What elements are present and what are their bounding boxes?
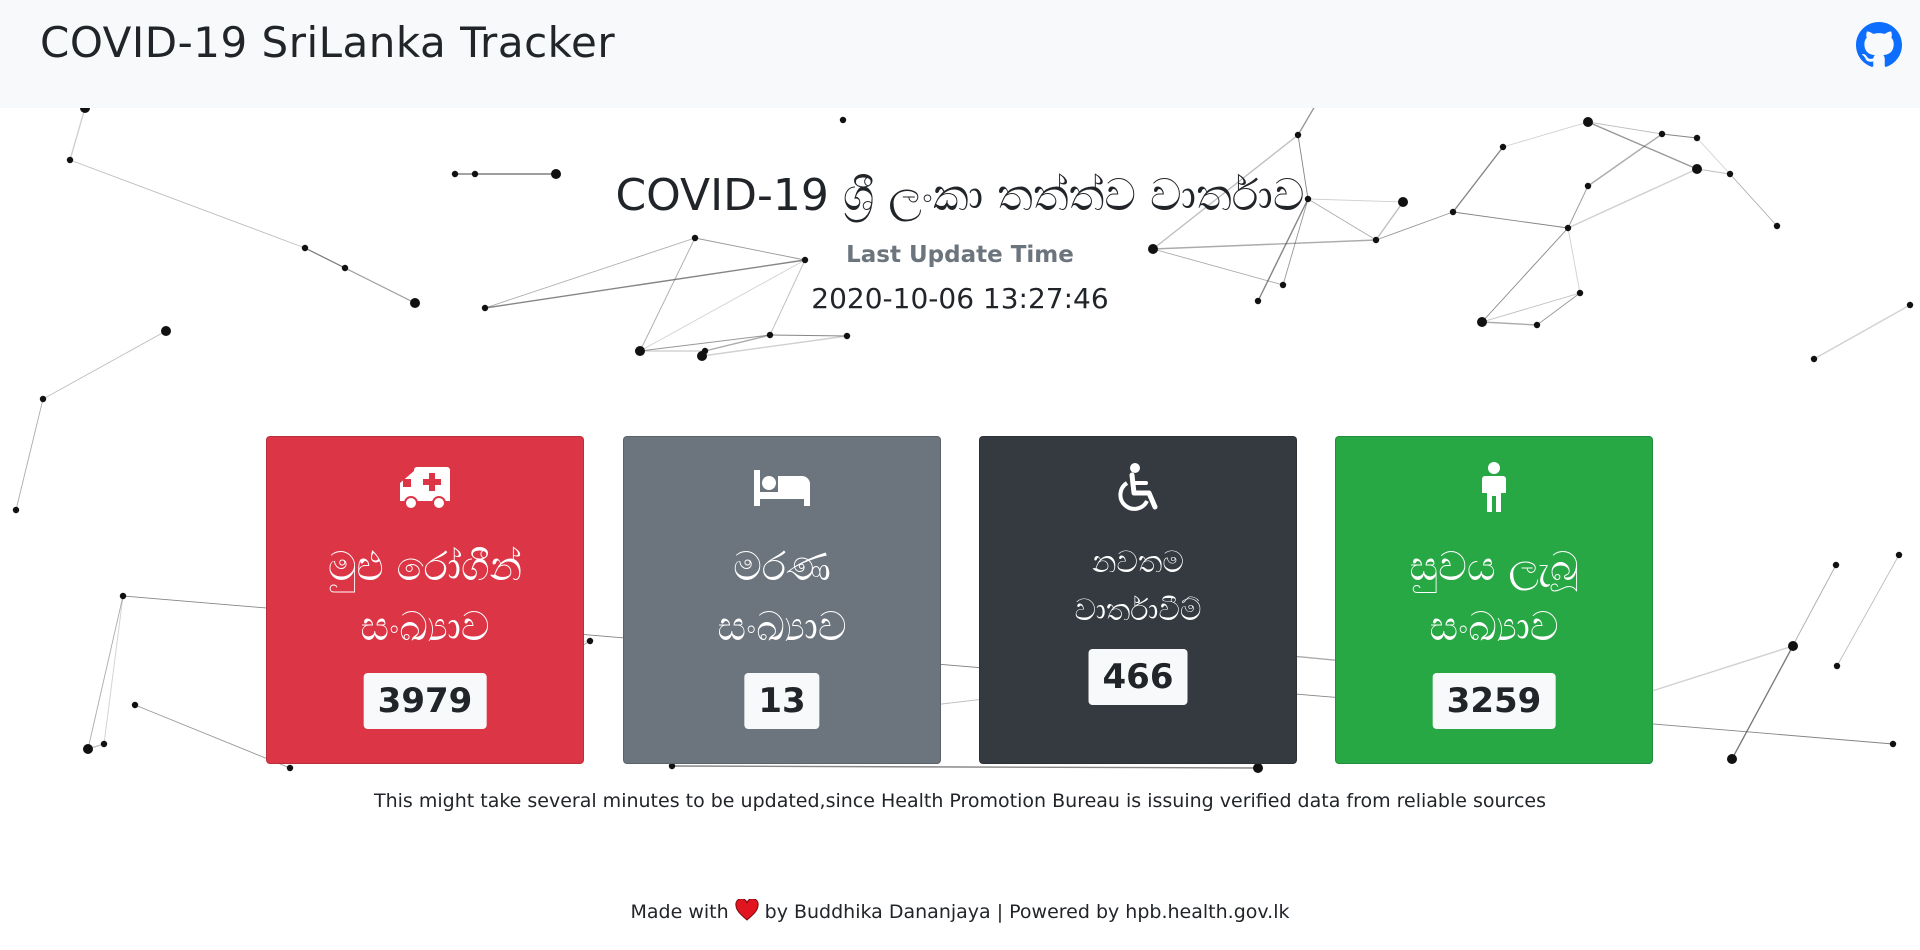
recent-cases-card: නවතම වාර්තාවීම් 466: [979, 436, 1297, 764]
deaths-card: මරණ සංඛ්‍යාව 13: [623, 436, 941, 764]
card-title-line2: සංඛ්‍යාව: [1429, 604, 1559, 650]
total-patients-card: මුළු රෝගීන් සංඛ්‍යාව 3979: [266, 436, 584, 764]
card-title-line1: මුළු රෝගීන්: [327, 544, 523, 590]
ambulance-icon: [400, 467, 450, 510]
card-title-line1: සුවය ලැබූ: [1409, 544, 1579, 590]
footer-credits[interactable]: by Buddhika Dananjaya | Powered by hpb.h…: [765, 901, 1290, 923]
page-title: COVID-19 ශ්‍රී ලංකා තත්ත්ව වාර්තාව: [615, 170, 1305, 221]
card-title-line1: මරණ: [733, 544, 831, 590]
deaths-count: 13: [744, 673, 820, 729]
male-icon: [1482, 462, 1506, 512]
recovered-card: සුවය ලැබූ සංඛ්‍යාව 3259: [1335, 436, 1653, 764]
update-note: This might take several minutes to be up…: [374, 790, 1546, 812]
card-title-line2: සංඛ්‍යාව: [717, 604, 847, 650]
stats-cards: මුළු රෝගීන් සංඛ්‍යාව 3979 මරණ: [266, 436, 1656, 766]
last-update-label: Last Update Time: [846, 242, 1074, 268]
footer-made-with: Made with: [630, 901, 729, 923]
bed-icon: [754, 470, 810, 506]
main-content: COVID-19 ශ්‍රී ලංකා තත්ත්ව වාර්තාව Last …: [0, 108, 1920, 950]
navbar: COVID-19 SriLanka Tracker: [0, 0, 1920, 108]
wheelchair-icon: [1118, 463, 1158, 511]
card-title-line1: නවතම: [1092, 545, 1184, 580]
card-title-line2: සංඛ්‍යාව: [360, 604, 490, 650]
card-title-line2: වාර්තාවීම්: [1074, 593, 1202, 628]
recent-cases-count: 466: [1088, 649, 1188, 705]
page: COVID-19 SriLanka Tracker COVID-19 ශ්‍රී…: [0, 0, 1920, 950]
navbar-brand[interactable]: COVID-19 SriLanka Tracker: [40, 18, 615, 67]
heart-icon: [735, 899, 759, 921]
total-patients-count: 3979: [363, 673, 487, 729]
last-update-time: 2020-10-06 13:27:46: [811, 282, 1109, 315]
footer: Made with by Buddhika Dananjaya | Powered…: [0, 899, 1920, 923]
github-icon[interactable]: [1856, 22, 1902, 68]
recovered-count: 3259: [1432, 673, 1556, 729]
